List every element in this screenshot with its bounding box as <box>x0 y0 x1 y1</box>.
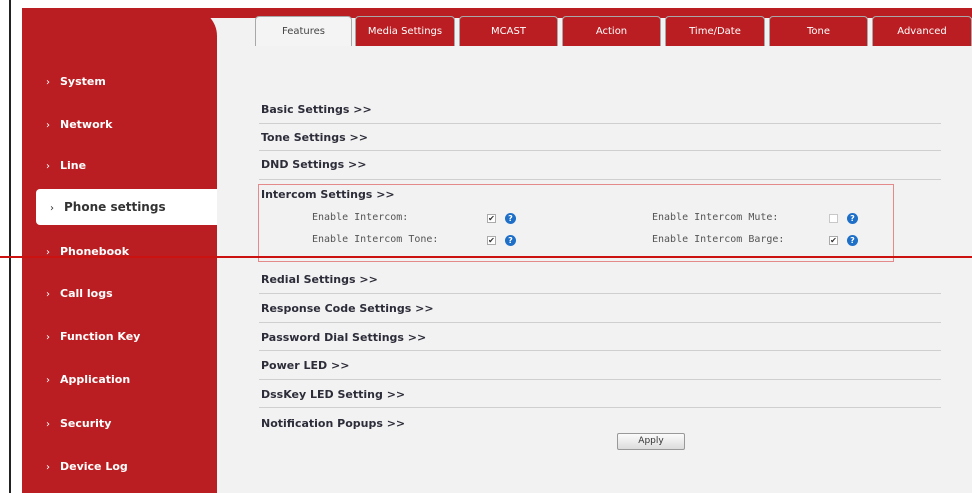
sidebar-item-label: Call logs <box>60 287 113 300</box>
help-icon[interactable]: ? <box>505 235 516 246</box>
section-notification-popups[interactable]: Notification Popups >> <box>261 417 941 430</box>
sidebar-item-label: Network <box>60 118 113 131</box>
features-content: Basic Settings >> Tone Settings >> DND S… <box>255 46 972 493</box>
sidebar-item-call-logs[interactable]: › Call logs <box>22 276 217 312</box>
section-power-led[interactable]: Power LED >> <box>261 359 941 372</box>
apply-button[interactable]: Apply <box>617 433 685 450</box>
enable-intercom-tone-label: Enable Intercom Tone: <box>312 234 439 245</box>
section-dnd-settings[interactable]: DND Settings >> <box>261 158 941 171</box>
help-icon[interactable]: ? <box>847 213 858 224</box>
section-redial-settings[interactable]: Redial Settings >> <box>261 273 941 286</box>
section-response-code-settings[interactable]: Response Code Settings >> <box>261 302 941 315</box>
divider <box>259 150 941 151</box>
sidebar-item-function-key[interactable]: › Function Key <box>22 319 217 355</box>
enable-intercom-label: Enable Intercom: <box>312 212 409 223</box>
sidebar: › System › Network › Line › Phone settings ›… <box>22 8 217 493</box>
left-border-line <box>9 0 11 493</box>
chevron-right-icon: › <box>46 247 50 258</box>
help-icon[interactable]: ? <box>505 213 516 224</box>
divider <box>259 350 941 351</box>
tab-action[interactable]: Action <box>562 16 661 46</box>
enable-intercom-barge-checkbox[interactable]: ✔ <box>829 236 838 245</box>
divider <box>259 322 941 323</box>
sidebar-item-phone-settings[interactable]: › Phone settings <box>36 189 217 225</box>
sidebar-item-phonebook[interactable]: › Phonebook <box>22 234 217 270</box>
sidebar-item-system[interactable]: › System <box>22 64 217 100</box>
sidebar-item-device-log[interactable]: › Device Log <box>22 449 217 485</box>
chevron-right-icon: › <box>46 332 50 343</box>
chevron-right-icon: › <box>50 203 54 214</box>
divider <box>259 123 941 124</box>
chevron-right-icon: › <box>46 161 50 172</box>
sidebar-item-label: System <box>60 75 106 88</box>
sidebar-item-security[interactable]: › Security <box>22 406 217 442</box>
divider <box>259 407 941 408</box>
sidebar-item-line[interactable]: › Line <box>22 148 217 184</box>
sidebar-item-label: Device Log <box>60 460 128 473</box>
tab-features[interactable]: Features <box>255 16 352 46</box>
enable-intercom-tone-checkbox[interactable]: ✔ <box>487 236 496 245</box>
sidebar-item-network[interactable]: › Network <box>22 107 217 143</box>
sidebar-item-label: Security <box>60 417 112 430</box>
tab-mcast[interactable]: MCAST <box>459 16 558 46</box>
tab-advanced[interactable]: Advanced <box>872 16 972 46</box>
divider <box>259 379 941 380</box>
sidebar-item-label: Function Key <box>60 330 141 343</box>
enable-intercom-barge-label: Enable Intercom Barge: <box>652 234 785 245</box>
chevron-right-icon: › <box>46 375 50 386</box>
help-icon[interactable]: ? <box>847 235 858 246</box>
enable-intercom-checkbox[interactable]: ✔ <box>487 214 496 223</box>
section-dsskey-led-setting[interactable]: DssKey LED Setting >> <box>261 388 941 401</box>
divider <box>259 179 941 180</box>
chevron-right-icon: › <box>46 462 50 473</box>
chevron-right-icon: › <box>46 120 50 131</box>
section-basic-settings[interactable]: Basic Settings >> <box>261 103 941 116</box>
sidebar-item-label: Phone settings <box>64 200 166 214</box>
section-password-dial-settings[interactable]: Password Dial Settings >> <box>261 331 941 344</box>
tab-time-date[interactable]: Time/Date <box>665 16 765 46</box>
tab-tone[interactable]: Tone <box>769 16 868 46</box>
red-annotation-line <box>0 256 972 258</box>
enable-intercom-mute-checkbox[interactable] <box>829 214 838 223</box>
sidebar-item-label: Application <box>60 373 131 386</box>
section-tone-settings[interactable]: Tone Settings >> <box>261 131 941 144</box>
section-intercom-settings[interactable]: Intercom Settings >> <box>261 188 941 201</box>
sidebar-item-label: Line <box>60 159 87 172</box>
chevron-right-icon: › <box>46 419 50 430</box>
enable-intercom-mute-label: Enable Intercom Mute: <box>652 212 779 223</box>
chevron-right-icon: › <box>46 77 50 88</box>
tab-media-settings[interactable]: Media Settings <box>355 16 455 46</box>
divider <box>259 293 941 294</box>
web-admin-page: › System › Network › Line › Phone settings ›… <box>22 8 972 493</box>
sidebar-item-application[interactable]: › Application <box>22 362 217 398</box>
chevron-right-icon: › <box>46 289 50 300</box>
